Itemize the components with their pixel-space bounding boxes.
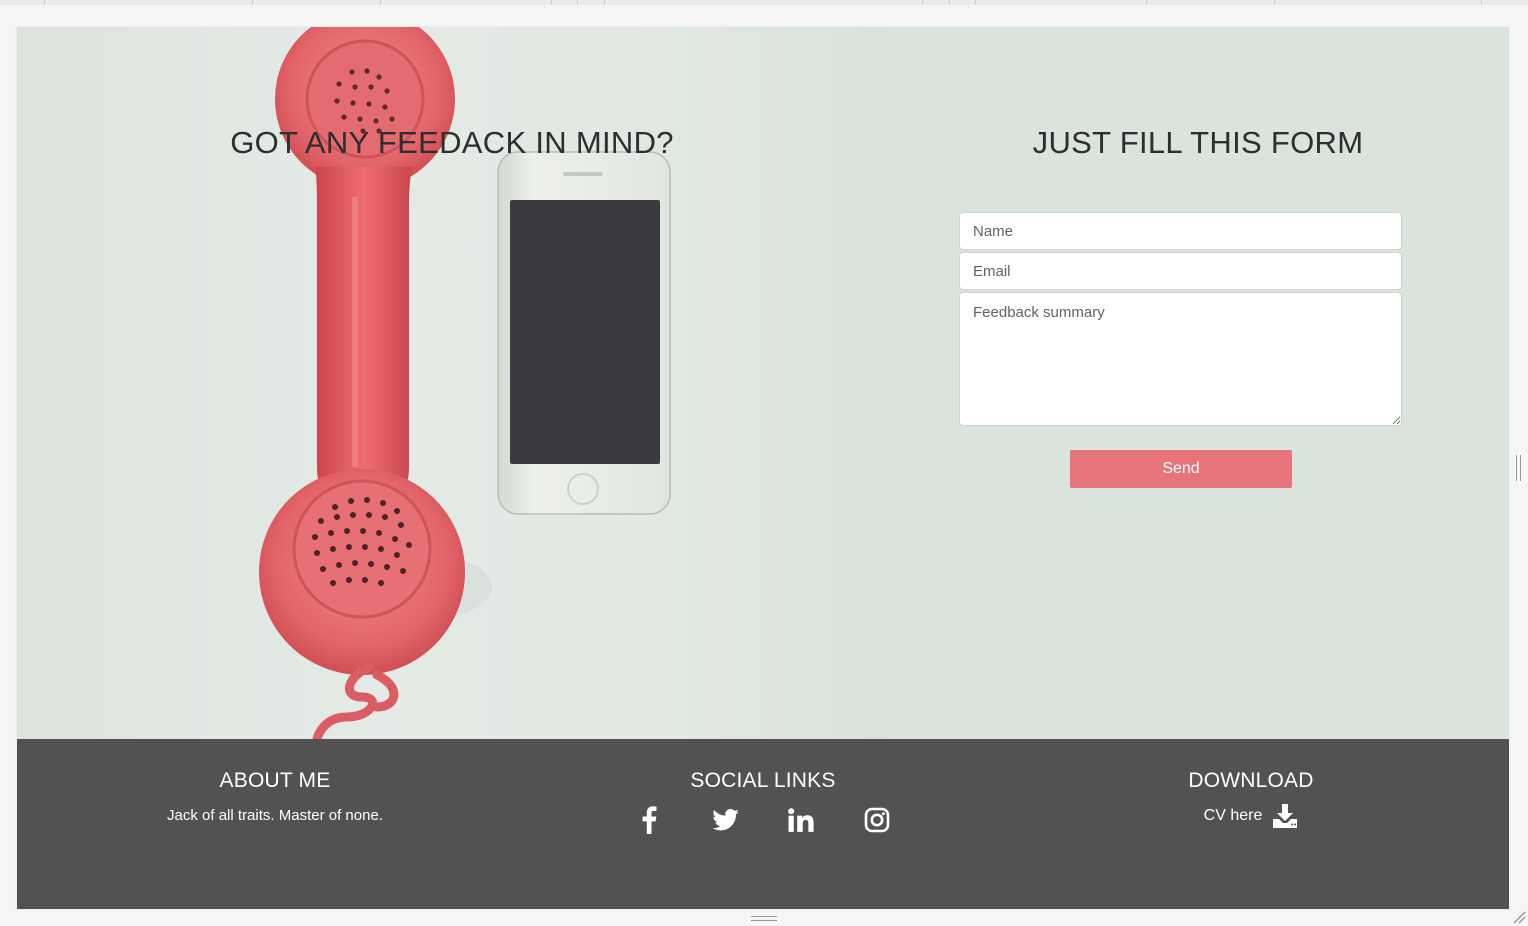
send-button[interactable]: Send [1070,450,1292,488]
divider [922,0,923,5]
hero-image-panel: GOT ANY FEEDACK IN MIND? [17,27,887,739]
twitter-icon[interactable] [706,803,744,837]
facebook-icon[interactable] [630,803,668,837]
divider [949,0,950,5]
divider [252,0,253,5]
side-resize-grip[interactable] [1516,455,1521,481]
divider [1146,0,1147,5]
email-input[interactable] [959,252,1402,290]
footer-download: DOWNLOAD CV here [1101,769,1401,829]
about-text: Jack of all traits. Master of none. [167,807,383,824]
download-link-text: CV here [1203,807,1263,824]
divider [380,0,381,5]
divider [551,0,552,5]
divider [604,0,605,5]
footer-about: ABOUT ME Jack of all traits. Master of n… [125,769,425,824]
linkedin-icon[interactable] [782,803,820,837]
divider [577,0,578,5]
download-cv-link[interactable]: CV here [1101,803,1401,829]
form-heading: JUST FILL THIS FORM [1032,125,1364,160]
download-icon [1273,804,1298,828]
left-heading: GOT ANY FEEDACK IN MIND? [230,125,674,160]
feedback-summary-textarea[interactable] [959,292,1402,426]
browser-top-strip [0,0,1528,5]
divider [44,0,45,5]
name-input[interactable] [959,212,1402,250]
social-heading: SOCIAL LINKS [690,769,836,792]
bottom-resize-grip[interactable] [751,916,777,921]
instagram-icon[interactable] [858,803,896,837]
divider [975,0,976,5]
divider [1481,0,1482,5]
site-footer: ABOUT ME Jack of all traits. Master of n… [17,739,1509,909]
divider [1274,0,1275,5]
footer-social: SOCIAL LINKS [613,769,913,837]
about-heading: ABOUT ME [219,769,331,792]
resize-corner-icon[interactable] [1512,910,1526,924]
download-heading: DOWNLOAD [1188,769,1314,792]
social-icons [613,803,913,837]
